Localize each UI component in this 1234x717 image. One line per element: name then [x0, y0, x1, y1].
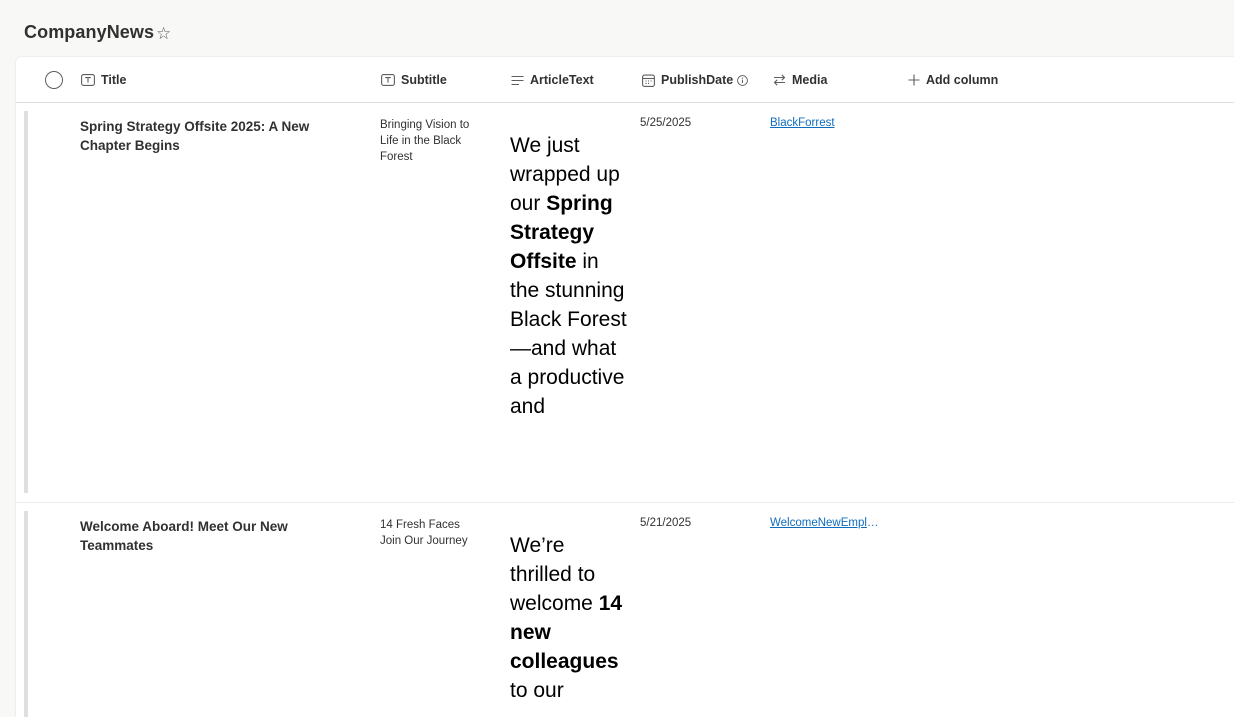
list-row[interactable]: Spring Strategy Offsite 2025: A New Chap… — [16, 103, 1234, 501]
list-row[interactable]: Welcome Aboard! Meet Our New Teammates 1… — [16, 503, 1234, 717]
cell-title[interactable]: Spring Strategy Offsite 2025: A New Chap… — [80, 117, 320, 155]
column-header-articletext[interactable]: ArticleText — [511, 71, 594, 89]
plus-icon — [908, 74, 920, 86]
column-header-title[interactable]: Title — [81, 71, 126, 89]
add-column-label: Add column — [926, 73, 999, 87]
cell-title[interactable]: Welcome Aboard! Meet Our New Teammates — [80, 517, 320, 555]
column-header-subtitle[interactable]: Subtitle — [381, 71, 447, 89]
article-text: to our — [510, 679, 564, 702]
info-icon[interactable] — [737, 74, 749, 86]
column-header-media[interactable]: Media — [773, 71, 827, 89]
column-header-label: ArticleText — [530, 73, 594, 87]
lookup-arrows-icon — [773, 74, 786, 86]
column-header-label: Title — [101, 73, 127, 87]
cell-articletext: We just wrapped up our Spring Strategy O… — [510, 131, 628, 421]
row-indicator — [24, 511, 28, 717]
column-header-row: Title Subtitle ArticleText PublishDate M… — [16, 57, 1234, 103]
cell-media-link[interactable]: WelcomeNewEmployees — [770, 517, 882, 529]
list-view: Title Subtitle ArticleText PublishDate M… — [16, 57, 1234, 717]
article-text: in the stunning Black Forest—and what a … — [510, 250, 627, 418]
cell-subtitle: Bringing Vision to Life in the Black For… — [380, 119, 470, 163]
column-header-label: Media — [792, 73, 828, 87]
column-header-publishdate[interactable]: PublishDate — [642, 71, 754, 89]
text-field-icon — [81, 74, 95, 86]
cell-subtitle: 14 Fresh Faces Join Our Journey — [380, 519, 468, 547]
cell-publishdate: 5/25/2025 — [640, 117, 692, 129]
cell-media-link[interactable]: BlackForrest — [770, 117, 882, 129]
add-column-button[interactable]: Add column — [908, 71, 998, 89]
column-header-label: PublishDate — [661, 73, 734, 87]
star-icon[interactable]: ☆ — [156, 24, 171, 44]
text-field-icon — [381, 74, 395, 86]
select-all-checkbox[interactable] — [45, 71, 63, 89]
article-text: We’re thrilled to welcome — [510, 534, 599, 615]
cell-articletext: We’re thrilled to welcome 14 new colleag… — [510, 531, 628, 705]
calendar-icon — [642, 74, 655, 87]
row-indicator — [24, 111, 28, 493]
list-header: CompanyNews ☆ — [0, 0, 1234, 58]
multiline-text-icon — [511, 75, 524, 85]
list-title: CompanyNews — [24, 22, 155, 42]
column-header-label: Subtitle — [401, 73, 447, 87]
cell-publishdate: 5/21/2025 — [640, 517, 692, 529]
